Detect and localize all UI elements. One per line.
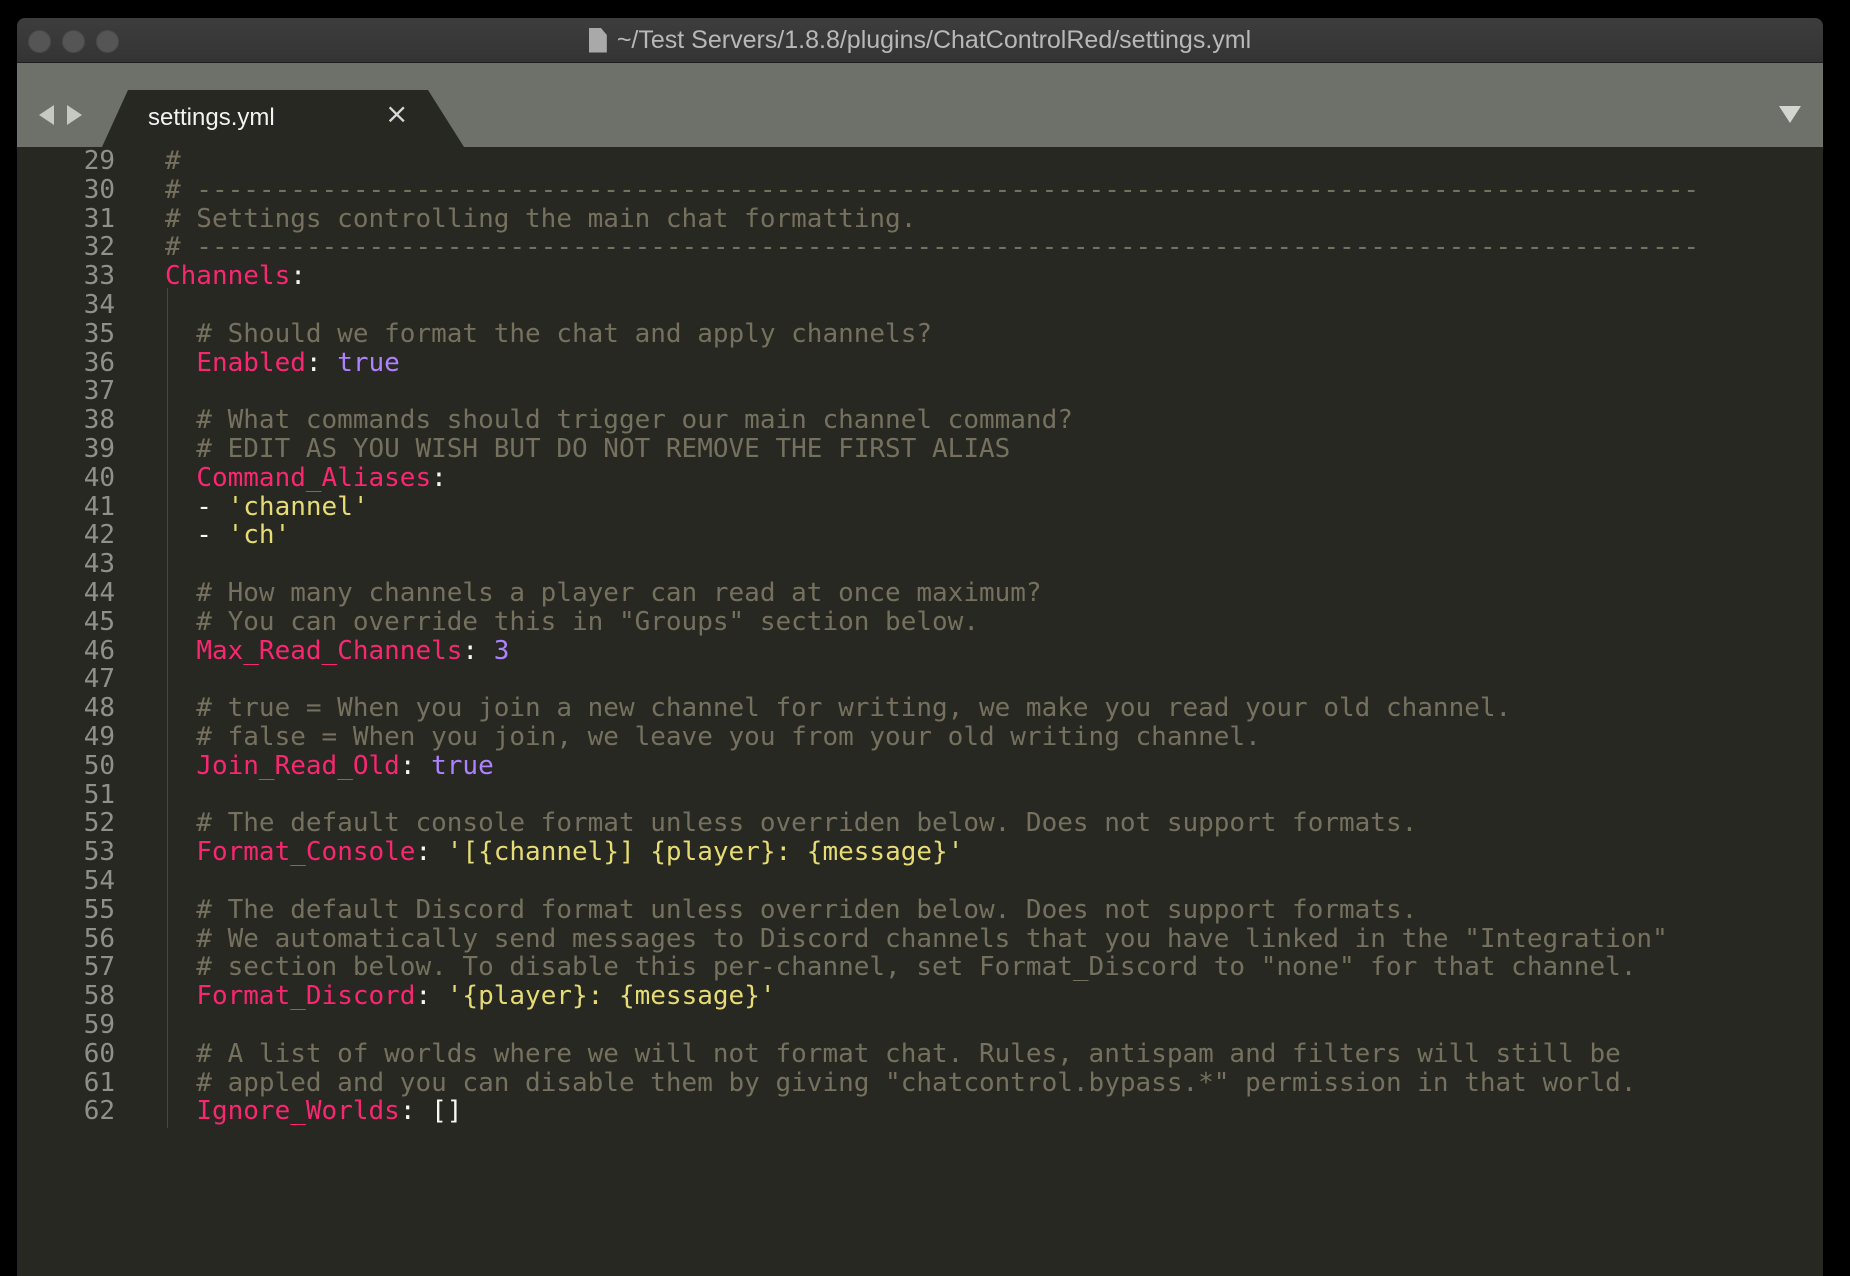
token-punct: : — [415, 981, 447, 1012]
token-key: Enabled — [196, 347, 306, 378]
token-comment: # You can override this in "Groups" sect… — [165, 606, 979, 637]
token-punct: : — [462, 635, 494, 666]
token-comment: # — [165, 147, 181, 176]
token-comment: # The default console format unless over… — [165, 808, 1418, 839]
token-comment: # --------------------------------------… — [165, 174, 1700, 205]
token-punct: : — [305, 347, 338, 378]
tab-close-icon[interactable]: × — [385, 100, 408, 128]
token-punct — [165, 463, 196, 493]
tab-label: settings.yml — [148, 104, 275, 131]
token-comment: # appled and you can disable them by giv… — [165, 1067, 1637, 1098]
token-string: '[{channel}] {player}: {message}' — [446, 837, 964, 868]
token-comment: # true = When you join a new channel for… — [165, 693, 1512, 724]
token-comment: # The default Discord format unless over… — [165, 894, 1418, 925]
token-string: 'channel' — [227, 491, 369, 522]
token-punct — [165, 348, 196, 378]
token-key: Max_Read_Channels — [196, 635, 463, 666]
token-comment: # section below. To disable this per-cha… — [165, 952, 1637, 983]
tab-forward-arrow-icon[interactable] — [67, 105, 82, 125]
editor-window: ~/Test Servers/1.8.8/plugins/ChatControl… — [17, 18, 1823, 1276]
token-punct — [165, 837, 196, 867]
token-comment: # --------------------------------------… — [165, 232, 1700, 263]
code-editor[interactable]: 29 #30 # ---------------------------------… — [17, 147, 1823, 1276]
token-number: 3 — [493, 635, 510, 666]
window-title: ~/Test Servers/1.8.8/plugins/ChatControl… — [616, 25, 1252, 54]
token-comment: # We automatically send messages to Disc… — [165, 923, 1668, 954]
window-title-area: ~/Test Servers/1.8.8/plugins/ChatControl… — [17, 18, 1823, 62]
token-string: '{player}: {message}' — [446, 981, 776, 1012]
tab-list-dropdown-icon[interactable] — [1779, 106, 1801, 123]
token-punct — [165, 636, 196, 666]
line-number: 62 — [83, 1096, 115, 1127]
token-comment: # How many channels a player can read at… — [165, 578, 1042, 608]
token-punct: : [] — [399, 1096, 463, 1127]
token-punct — [165, 981, 196, 1011]
code-line[interactable]: 62 Ignore_Worlds: [] — [17, 1094, 1823, 1129]
token-key: Format_Discord — [196, 981, 416, 1012]
token-punct: : — [399, 750, 432, 781]
token-const: true — [431, 750, 494, 781]
token-punct: - — [165, 491, 228, 522]
token-punct: : — [290, 261, 306, 292]
title-bar[interactable]: ~/Test Servers/1.8.8/plugins/ChatControl… — [17, 18, 1823, 63]
tab-back-arrow-icon[interactable] — [39, 105, 54, 125]
token-punct — [165, 1096, 196, 1126]
token-key: Channels — [165, 261, 291, 292]
token-comment: # Settings controlling the main chat for… — [165, 203, 917, 234]
token-key: Join_Read_Old — [196, 750, 400, 781]
token-punct: : — [415, 837, 447, 868]
token-key: Ignore_Worlds — [196, 1096, 400, 1127]
token-key: Command_Aliases — [196, 462, 432, 493]
token-comment: # false = When you join, we leave you fr… — [165, 722, 1261, 752]
token-comment: # What commands should trigger our main … — [165, 405, 1073, 436]
token-key: Format_Console — [196, 837, 416, 868]
token-comment: # EDIT AS YOU WISH BUT DO NOT REMOVE THE… — [165, 434, 1011, 464]
line-content: Ignore_Worlds: [] — [165, 1094, 462, 1128]
token-punct — [165, 751, 196, 781]
token-comment: # Should we format the chat and apply ch… — [165, 318, 933, 349]
token-punct: : — [431, 462, 447, 493]
token-const: true — [337, 347, 400, 378]
document-icon — [588, 27, 607, 53]
token-comment: # A list of worlds where we will not for… — [165, 1038, 1621, 1069]
tab-bar: settings.yml × — [17, 63, 1823, 147]
token-string: 'ch' — [227, 520, 291, 551]
tab-settings-yml[interactable]: settings.yml × — [102, 90, 464, 147]
token-punct: - — [165, 520, 228, 551]
